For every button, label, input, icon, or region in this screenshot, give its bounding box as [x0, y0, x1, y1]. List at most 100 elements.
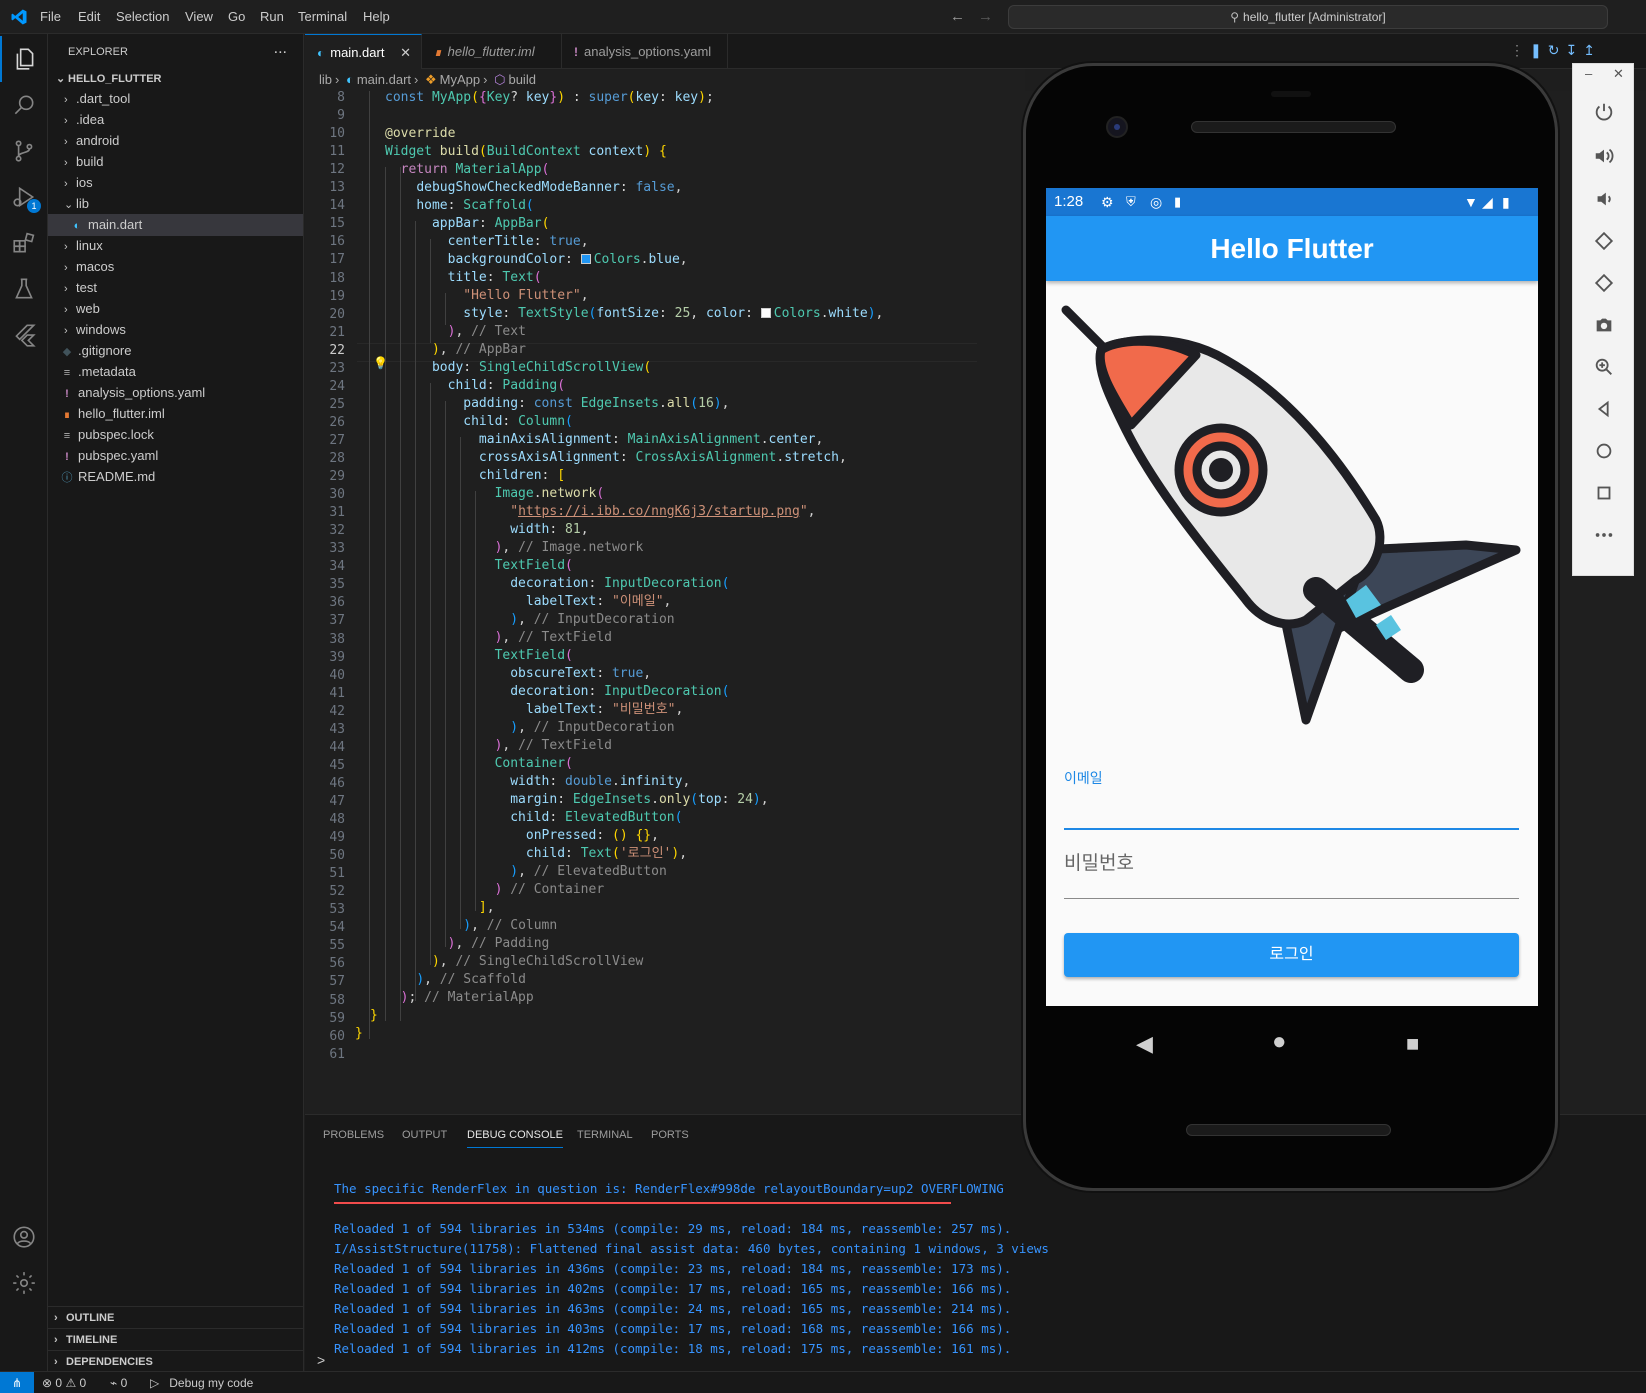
menu-run[interactable]: Run	[260, 9, 284, 24]
overview-icon[interactable]	[1573, 473, 1635, 513]
source-control-icon[interactable]	[0, 128, 48, 174]
line-number: 27	[329, 432, 345, 448]
tree-item-dart-tool[interactable]: › .dart_tool	[48, 88, 303, 110]
account-icon[interactable]	[0, 1214, 48, 1260]
timeline-section[interactable]: › TIMELINE	[48, 1328, 303, 1350]
close-icon[interactable]: ✕	[400, 35, 411, 70]
rotate-right-icon[interactable]	[1573, 263, 1635, 303]
back-icon[interactable]	[1573, 389, 1635, 429]
back-nav-icon[interactable]: ◀	[1136, 1031, 1153, 1057]
menu-selection[interactable]: Selection	[116, 9, 169, 24]
workspace-root[interactable]: ⌄ HELLO_FLUTTER	[56, 72, 162, 85]
tree-item-macos[interactable]: › macos	[48, 256, 303, 278]
menu-edit[interactable]: Edit	[78, 9, 100, 24]
color-swatch-icon[interactable]	[760, 308, 771, 318]
menu-terminal[interactable]: Terminal	[298, 9, 347, 24]
explorer-icon[interactable]	[0, 36, 48, 82]
tree-item-analysis-options[interactable]: ! analysis_options.yaml	[48, 382, 303, 404]
tree-item-readme[interactable]: ⓘ README.md	[48, 466, 303, 488]
home-nav-icon[interactable]: ●	[1272, 1028, 1287, 1056]
extensions-icon[interactable]	[0, 220, 48, 266]
pause-icon[interactable]: ❚	[1530, 42, 1548, 58]
login-button[interactable]: 로그인	[1064, 933, 1519, 977]
rotate-left-icon[interactable]	[1573, 221, 1635, 261]
tab-terminal[interactable]: TERMINAL	[577, 1129, 633, 1141]
more-options-icon[interactable]	[1573, 515, 1635, 555]
step-out-icon[interactable]: ↥	[1583, 42, 1601, 58]
tree-item-web[interactable]: › web	[48, 298, 303, 320]
volume-down-icon[interactable]	[1573, 179, 1635, 219]
tree-item-main-dart[interactable]: ◐ main.dart	[48, 214, 303, 236]
color-swatch-icon[interactable]	[580, 254, 591, 264]
restart-icon[interactable]: ↻	[1548, 42, 1566, 58]
password-input[interactable]	[1064, 898, 1519, 899]
search-icon[interactable]	[0, 82, 48, 128]
drag-handle-icon[interactable]: ⋮	[1510, 42, 1530, 58]
dependencies-section[interactable]: › DEPENDENCIES	[48, 1350, 303, 1372]
menu-help[interactable]: Help	[363, 9, 390, 24]
code-line: width: 81,	[510, 522, 589, 537]
tab-ports[interactable]: PORTS	[651, 1129, 689, 1141]
line-number: 60	[329, 1028, 345, 1044]
menu-view[interactable]: View	[185, 9, 213, 24]
camera-screenshot-icon[interactable]	[1573, 305, 1635, 345]
zoom-icon[interactable]	[1573, 347, 1635, 387]
ports-status[interactable]: ⌁ 0	[110, 1372, 127, 1393]
class-icon: ❖	[425, 72, 437, 87]
tab-analysis-options[interactable]: ! analysis_options.yaml	[562, 34, 728, 69]
console-prompt[interactable]: >	[317, 1352, 325, 1368]
tree-item-idea[interactable]: › .idea	[48, 109, 303, 131]
power-icon[interactable]	[1573, 92, 1635, 132]
tab-debug-console[interactable]: DEBUG CONSOLE	[467, 1129, 563, 1148]
run-debug-icon[interactable]: 1	[0, 174, 48, 220]
breadcrumb-main-dart[interactable]: main.dart	[357, 72, 411, 87]
info-file-icon: ⓘ	[61, 472, 73, 484]
breadcrumb-lib[interactable]: lib	[319, 72, 332, 87]
breadcrumb-myapp[interactable]: MyApp	[440, 72, 480, 87]
tab-problems[interactable]: PROBLEMS	[323, 1129, 384, 1141]
tree-item-lib[interactable]: ⌄ lib	[48, 193, 303, 215]
menu-go[interactable]: Go	[228, 9, 245, 24]
tree-item-build[interactable]: › build	[48, 151, 303, 173]
tab-main-dart[interactable]: ◐ main.dart ✕	[305, 34, 422, 69]
remote-indicator-icon[interactable]: ⋔	[0, 1372, 34, 1393]
forward-arrow-icon[interactable]: →	[978, 8, 993, 25]
debug-status[interactable]: ▷ Debug my code	[150, 1372, 253, 1393]
breadcrumb-build[interactable]: build	[508, 72, 535, 87]
tab-hello-flutter-iml[interactable]: ∎ hello_flutter.iml	[422, 34, 562, 69]
recents-nav-icon[interactable]: ■	[1406, 1031, 1419, 1057]
tree-item-iml[interactable]: ∎ hello_flutter.iml	[48, 403, 303, 425]
section-label: TIMELINE	[66, 1334, 118, 1346]
tree-item-windows[interactable]: › windows	[48, 319, 303, 341]
tree-item-label: ios	[76, 175, 93, 190]
home-icon[interactable]	[1573, 431, 1635, 471]
tree-item-test[interactable]: › test	[48, 277, 303, 299]
tree-item-pubspec-lock[interactable]: ≡ pubspec.lock	[48, 424, 303, 446]
close-icon[interactable]: ✕	[1613, 66, 1624, 82]
phone-screen[interactable]: 1:28 ⚙ ⛨ ◎ ▮ ▼ ◢ ▮ Hello Flutter 이메일 비밀번…	[1046, 188, 1538, 1006]
tree-item-ios[interactable]: › ios	[48, 172, 303, 194]
line-number: 39	[329, 649, 345, 665]
menu-file[interactable]: File	[40, 9, 61, 24]
command-center[interactable]: ⚲ hello_flutter [Administrator]	[1008, 5, 1608, 29]
settings-gear-icon[interactable]	[0, 1260, 48, 1306]
minimize-icon[interactable]: –	[1585, 66, 1592, 81]
problems-status[interactable]: ⊗ 0 ⚠ 0	[42, 1372, 86, 1393]
app-title: Hello Flutter	[1210, 233, 1374, 264]
tab-output[interactable]: OUTPUT	[402, 1129, 447, 1141]
flutter-icon[interactable]	[0, 312, 48, 358]
tree-item-android[interactable]: › android	[48, 130, 303, 152]
back-arrow-icon[interactable]: ←	[950, 8, 965, 25]
volume-up-icon[interactable]	[1573, 136, 1635, 176]
outline-section[interactable]: › OUTLINE	[48, 1306, 303, 1328]
email-input[interactable]	[1064, 828, 1519, 830]
testing-icon[interactable]	[0, 266, 48, 312]
wifi-icon: ▼	[1464, 194, 1478, 210]
tree-item-linux[interactable]: › linux	[48, 235, 303, 257]
more-actions-icon[interactable]: ...	[274, 40, 287, 58]
step-into-icon[interactable]: ↧	[1565, 42, 1583, 58]
tree-item-metadata[interactable]: ≡ .metadata	[48, 361, 303, 383]
tree-item-pubspec-yaml[interactable]: ! pubspec.yaml	[48, 445, 303, 467]
text-file-icon: ≡	[63, 430, 71, 442]
tree-item-gitignore[interactable]: ◆ .gitignore	[48, 340, 303, 362]
